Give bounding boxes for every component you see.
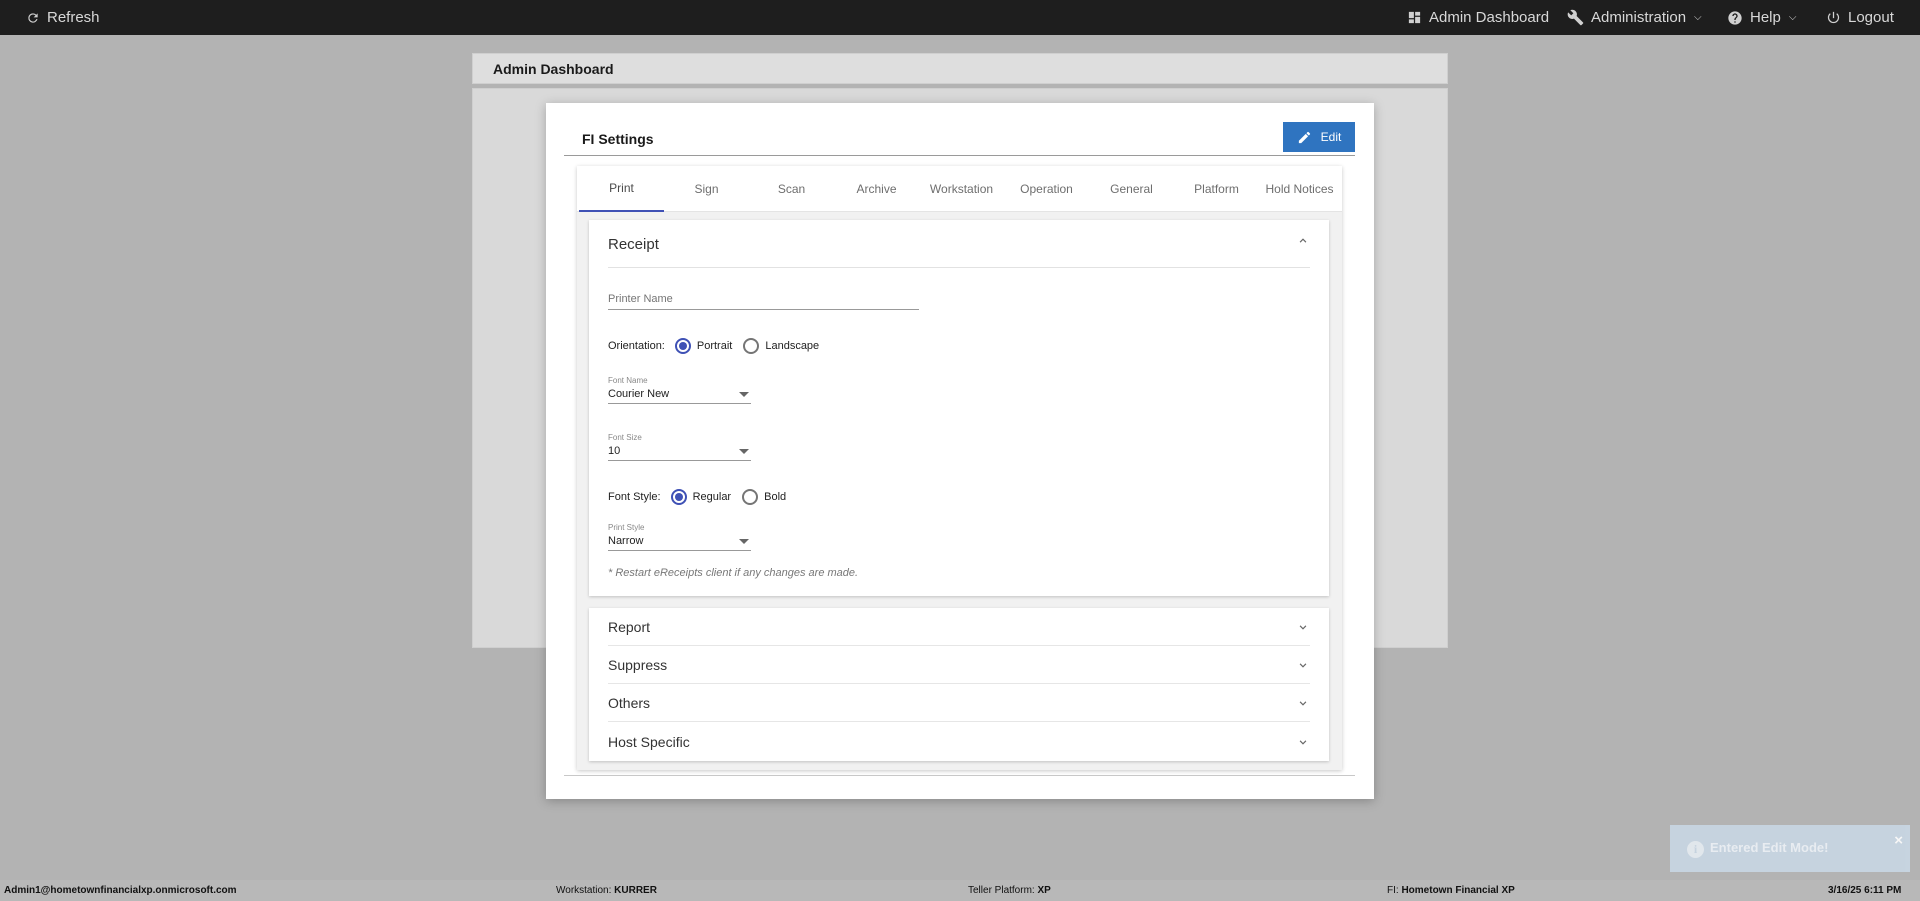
host-specific-title: Host Specific — [608, 734, 690, 750]
edit-label: Edit — [1320, 130, 1342, 144]
fi-settings-dialog: FI Settings Edit Print Sign Scan Archive… — [546, 103, 1374, 799]
edit-button[interactable]: Edit — [1283, 122, 1355, 152]
top-navigation-bar: Refresh Admin Dashboard Administration ⌵… — [0, 0, 1920, 35]
wrench-icon — [1567, 9, 1584, 26]
logout-button[interactable]: Logout — [1826, 0, 1894, 35]
receipt-panel: Receipt Orientation: Portrait Landscape … — [589, 220, 1329, 596]
workstation-label: Workstation: — [556, 885, 612, 896]
font-name-select[interactable]: Courier New — [608, 386, 751, 404]
settings-tabs: Print Sign Scan Archive Workstation Oper… — [577, 166, 1342, 212]
help-icon — [1728, 10, 1742, 25]
power-icon — [1827, 11, 1840, 24]
others-section-header[interactable]: Others — [608, 684, 1310, 722]
help-label: Help — [1750, 9, 1781, 26]
pencil-icon — [1298, 131, 1310, 143]
close-icon[interactable]: × — [1894, 832, 1903, 849]
font-name-value: Courier New — [608, 388, 670, 400]
regular-radio[interactable] — [670, 489, 687, 505]
tab-archive[interactable]: Archive — [834, 166, 919, 212]
admin-dashboard-header: Admin Dashboard — [472, 53, 1448, 84]
status-bar: Admin1@hometownfinancialxp.onmicrosoft.c… — [0, 880, 1920, 901]
fi-label: FI: — [1387, 885, 1399, 896]
print-style-label: Print Style — [608, 523, 645, 532]
refresh-label: Refresh — [47, 9, 100, 26]
portrait-label: Portrait — [696, 340, 733, 352]
bold-label: Bold — [764, 491, 787, 503]
chevron-down-icon — [1299, 625, 1307, 630]
administration-menu[interactable]: Administration ⌵ — [1567, 0, 1702, 35]
dialog-header: FI Settings Edit — [564, 122, 1355, 156]
settings-tab-card: Print Sign Scan Archive Workstation Oper… — [577, 166, 1342, 770]
dashboard-icon — [1408, 11, 1421, 24]
dropdown-arrow-icon — [739, 539, 749, 544]
printer-name-input[interactable] — [608, 288, 919, 310]
dropdown-arrow-icon — [739, 449, 749, 454]
report-section-header[interactable]: Report — [608, 608, 1310, 646]
logout-label: Logout — [1848, 9, 1894, 26]
refresh-icon — [28, 12, 38, 23]
fi-value: Hometown Financial XP — [1401, 885, 1515, 896]
tab-platform[interactable]: Platform — [1174, 166, 1259, 212]
teller-platform-label: Teller Platform: — [968, 885, 1035, 896]
dialog-divider — [564, 775, 1355, 776]
toast-message: Entered Edit Mode! — [1710, 840, 1829, 855]
tab-sign[interactable]: Sign — [664, 166, 749, 212]
tab-workstation[interactable]: Workstation — [919, 166, 1004, 212]
font-style-group: Font Style: Regular Bold — [608, 489, 786, 505]
print-style-select[interactable]: Narrow — [608, 533, 751, 551]
administration-label: Administration — [1591, 9, 1687, 26]
help-menu[interactable]: Help ⌵ — [1727, 0, 1796, 35]
tab-general[interactable]: General — [1089, 166, 1174, 212]
report-title: Report — [608, 619, 651, 635]
receipt-title: Receipt — [608, 236, 659, 253]
others-title: Others — [608, 695, 651, 711]
restart-note: * Restart eReceipts client if any change… — [608, 567, 859, 579]
workstation-value: KURRER — [614, 885, 657, 896]
chevron-down-icon — [1299, 740, 1307, 745]
collapsed-sections: Report Suppress Others Host Specific — [589, 608, 1329, 761]
orientation-label: Orientation: — [608, 340, 665, 352]
teller-platform-status: Teller Platform: XP — [968, 885, 1051, 896]
print-style-value: Narrow — [608, 535, 644, 547]
chevron-down-icon: ⌵ — [1788, 12, 1797, 23]
admin-dashboard-link[interactable]: Admin Dashboard — [1407, 0, 1549, 35]
font-style-label: Font Style: — [608, 491, 661, 503]
suppress-title: Suppress — [608, 657, 668, 673]
chevron-down-icon: ⌵ — [1694, 12, 1702, 23]
refresh-button[interactable]: Refresh — [26, 0, 100, 35]
info-icon: i — [1687, 841, 1704, 858]
font-name-label: Font Name — [608, 376, 648, 385]
suppress-section-header[interactable]: Suppress — [608, 646, 1310, 684]
workstation-status: Workstation: KURRER — [556, 885, 657, 896]
tab-hold-notices[interactable]: Hold Notices — [1257, 166, 1342, 212]
font-size-value: 10 — [608, 445, 621, 457]
orientation-group: Orientation: Portrait Landscape — [608, 338, 819, 354]
bold-radio[interactable] — [742, 489, 759, 505]
chevron-up-icon — [1299, 238, 1307, 243]
tab-scan[interactable]: Scan — [749, 166, 834, 212]
teller-platform-value: XP — [1037, 885, 1051, 896]
portrait-radio[interactable] — [674, 338, 691, 354]
landscape-label: Landscape — [765, 340, 820, 352]
receipt-panel-header[interactable]: Receipt — [608, 220, 1310, 268]
user-email: Admin1@hometownfinancialxp.onmicrosoft.c… — [4, 885, 237, 896]
landscape-radio[interactable] — [743, 338, 760, 354]
chevron-down-icon — [1299, 663, 1307, 668]
datetime: 3/16/25 6:11 PM — [1828, 885, 1902, 896]
host-specific-section-header[interactable]: Host Specific — [608, 723, 1310, 761]
fi-status: FI: Hometown Financial XP — [1387, 885, 1515, 896]
tab-print[interactable]: Print — [579, 166, 664, 212]
admin-dashboard-label: Admin Dashboard — [1429, 9, 1550, 26]
dropdown-arrow-icon — [739, 392, 749, 397]
tab-operation[interactable]: Operation — [1004, 166, 1089, 212]
chevron-down-icon — [1299, 701, 1307, 706]
font-size-select[interactable]: 10 — [608, 443, 751, 461]
font-size-label: Font Size — [608, 433, 642, 442]
edit-mode-toast: i Entered Edit Mode! × — [1670, 825, 1910, 872]
dialog-title: FI Settings — [582, 131, 654, 147]
regular-label: Regular — [692, 491, 732, 503]
